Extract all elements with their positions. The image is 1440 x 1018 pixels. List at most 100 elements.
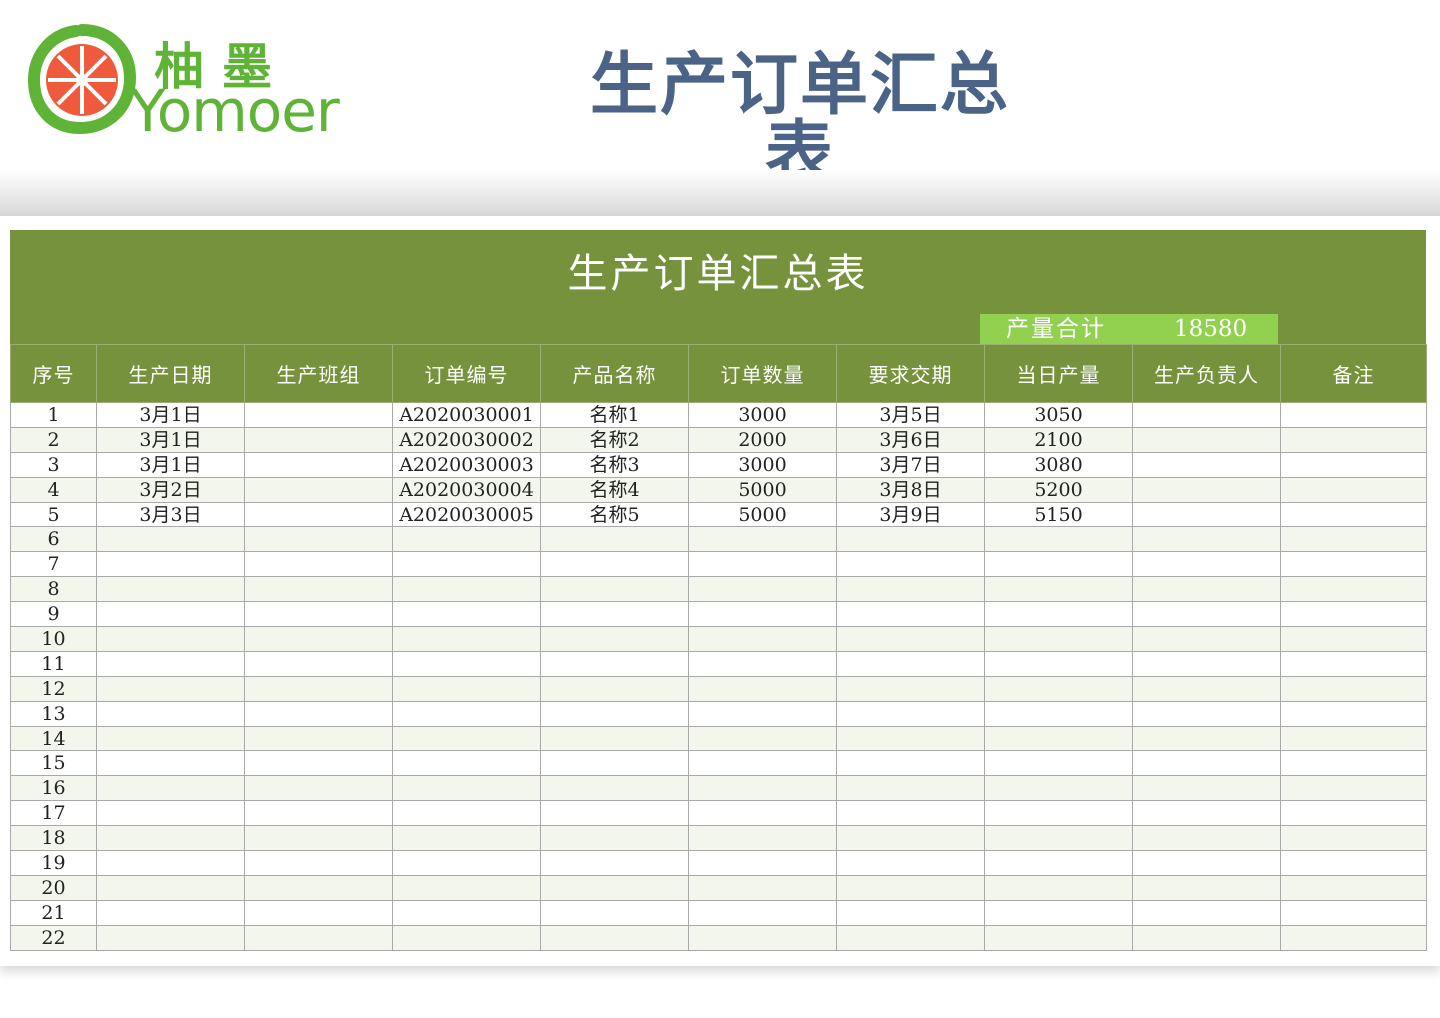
table-cell[interactable]	[1280, 576, 1427, 603]
table-cell[interactable]	[688, 750, 837, 777]
table-cell[interactable]	[392, 924, 541, 951]
table-cell[interactable]	[836, 874, 985, 901]
column-header[interactable]: 序号	[10, 344, 97, 403]
table-cell[interactable]	[1132, 576, 1281, 603]
table-cell[interactable]: 17	[10, 800, 97, 827]
table-cell[interactable]: 3月3日	[96, 501, 245, 528]
table-cell[interactable]	[836, 576, 985, 603]
table-cell[interactable]: 11	[10, 650, 97, 677]
table-cell[interactable]	[688, 924, 837, 951]
table-cell[interactable]: 15	[10, 750, 97, 777]
table-cell[interactable]: 3080	[984, 451, 1133, 478]
table-cell[interactable]	[392, 551, 541, 578]
table-cell[interactable]: 5000	[688, 476, 837, 503]
table-cell[interactable]	[96, 601, 245, 628]
column-header[interactable]: 产品名称	[540, 344, 689, 403]
table-cell[interactable]	[392, 899, 541, 926]
table-cell[interactable]	[244, 850, 393, 876]
table-cell[interactable]: 3月9日	[836, 501, 985, 528]
table-cell[interactable]	[96, 874, 245, 901]
table-cell[interactable]	[984, 899, 1133, 926]
table-cell[interactable]	[244, 874, 393, 901]
table-cell[interactable]	[244, 551, 393, 578]
table-cell[interactable]	[836, 924, 985, 951]
table-cell[interactable]	[984, 576, 1133, 603]
table-cell[interactable]	[1280, 874, 1427, 901]
table-cell[interactable]: 3月6日	[836, 426, 985, 453]
table-cell[interactable]	[1132, 850, 1281, 876]
column-header[interactable]: 生产日期	[96, 344, 245, 403]
table-cell[interactable]	[96, 850, 245, 876]
table-cell[interactable]: 名称5	[540, 501, 689, 528]
table-cell[interactable]	[1280, 675, 1427, 702]
table-cell[interactable]: 3月1日	[96, 451, 245, 478]
table-cell[interactable]: 8	[10, 576, 97, 603]
table-cell[interactable]	[1132, 725, 1281, 752]
table-cell[interactable]	[244, 725, 393, 752]
table-cell[interactable]: 5000	[688, 501, 837, 528]
table-cell[interactable]	[1132, 526, 1281, 553]
table-cell[interactable]	[540, 526, 689, 553]
table-cell[interactable]	[540, 750, 689, 777]
table-cell[interactable]	[244, 626, 393, 652]
table-cell[interactable]: 1	[10, 402, 97, 428]
table-cell[interactable]	[836, 601, 985, 628]
table-cell[interactable]	[392, 576, 541, 603]
column-header[interactable]: 要求交期	[836, 344, 985, 403]
table-cell[interactable]	[96, 700, 245, 727]
table-cell[interactable]: 5200	[984, 476, 1133, 503]
table-cell[interactable]: 12	[10, 675, 97, 702]
table-cell[interactable]	[688, 700, 837, 727]
column-header[interactable]: 生产班组	[244, 344, 393, 403]
table-cell[interactable]: 21	[10, 899, 97, 926]
table-cell[interactable]	[244, 775, 393, 802]
table-cell[interactable]	[688, 874, 837, 901]
table-cell[interactable]	[244, 451, 393, 478]
table-cell[interactable]	[1132, 675, 1281, 702]
table-cell[interactable]	[1280, 476, 1427, 503]
table-cell[interactable]: A2020030005	[392, 501, 541, 528]
table-cell[interactable]	[1280, 825, 1427, 852]
table-cell[interactable]	[244, 526, 393, 553]
table-cell[interactable]	[1132, 426, 1281, 453]
table-cell[interactable]: 10	[10, 626, 97, 652]
column-header[interactable]: 备注	[1280, 344, 1427, 403]
table-cell[interactable]	[836, 526, 985, 553]
table-cell[interactable]	[1132, 775, 1281, 802]
table-cell[interactable]: 名称2	[540, 426, 689, 453]
table-cell[interactable]	[836, 800, 985, 827]
table-cell[interactable]	[1280, 850, 1427, 876]
table-cell[interactable]	[984, 526, 1133, 553]
table-cell[interactable]	[688, 675, 837, 702]
table-cell[interactable]	[984, 924, 1133, 951]
table-cell[interactable]	[540, 626, 689, 652]
table-cell[interactable]	[244, 750, 393, 777]
table-cell[interactable]	[1132, 402, 1281, 428]
table-cell[interactable]	[96, 725, 245, 752]
table-cell[interactable]	[836, 675, 985, 702]
table-cell[interactable]	[1132, 825, 1281, 852]
table-cell[interactable]	[688, 626, 837, 652]
table-cell[interactable]: A2020030003	[392, 451, 541, 478]
table-cell[interactable]: 3月7日	[836, 451, 985, 478]
table-cell[interactable]: 3000	[688, 402, 837, 428]
table-cell[interactable]	[1132, 501, 1281, 528]
table-cell[interactable]	[984, 601, 1133, 628]
table-cell[interactable]	[392, 850, 541, 876]
table-cell[interactable]	[1280, 725, 1427, 752]
table-cell[interactable]	[1280, 775, 1427, 802]
table-cell[interactable]	[984, 725, 1133, 752]
table-cell[interactable]	[688, 601, 837, 628]
table-cell[interactable]	[1132, 551, 1281, 578]
table-cell[interactable]	[836, 775, 985, 802]
table-cell[interactable]	[836, 700, 985, 727]
table-cell[interactable]	[392, 526, 541, 553]
table-cell[interactable]	[1280, 551, 1427, 578]
table-cell[interactable]	[688, 576, 837, 603]
table-cell[interactable]	[984, 700, 1133, 727]
table-cell[interactable]	[688, 650, 837, 677]
table-cell[interactable]	[96, 576, 245, 603]
table-cell[interactable]: 2	[10, 426, 97, 453]
table-cell[interactable]	[1132, 750, 1281, 777]
table-cell[interactable]	[540, 551, 689, 578]
